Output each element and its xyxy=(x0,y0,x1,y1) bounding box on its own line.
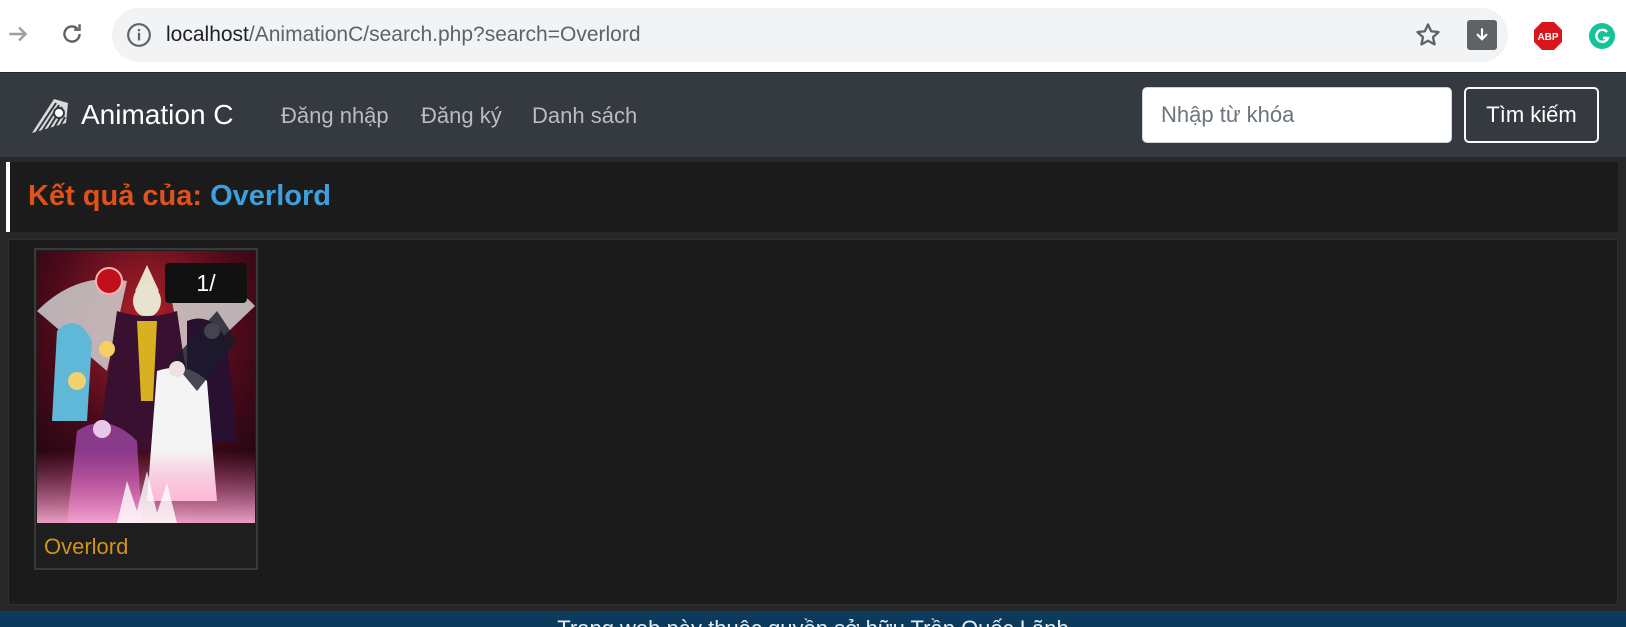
nav-register-link[interactable]: Đăng ký xyxy=(421,103,502,129)
site-footer: Trang web này thuộc quyền sở hữu Trần Qu… xyxy=(0,611,1626,627)
anime-title[interactable]: Overlord xyxy=(44,534,128,560)
reload-icon[interactable] xyxy=(56,18,88,50)
search-button[interactable]: Tìm kiếm xyxy=(1464,87,1599,143)
result-label: Kết quả của: xyxy=(28,180,203,212)
footer-text: Trang web này thuộc quyền sở hữu Trần Qu… xyxy=(0,616,1626,627)
anime-poster-image[interactable]: 1/ xyxy=(37,251,255,523)
result-title: Kết quả của: Overlord xyxy=(28,180,331,213)
url-path: /AnimationC/search.php?search=Overlord xyxy=(248,23,641,46)
nav-login-link[interactable]: Đăng nhập xyxy=(281,103,389,129)
star-icon[interactable] xyxy=(1414,21,1442,49)
download-icon[interactable] xyxy=(1467,20,1497,50)
episode-badge: 1/ xyxy=(165,263,247,303)
site-navbar: Animation C Đăng nhập Đăng ký Danh sách … xyxy=(0,72,1626,157)
brand-logo-icon[interactable] xyxy=(28,93,72,137)
abp-label: ABP xyxy=(1537,32,1558,43)
search-input[interactable] xyxy=(1142,87,1452,143)
anime-card[interactable]: 1/ Overlord xyxy=(34,248,258,570)
result-header: Kết quả của: Overlord xyxy=(6,162,1618,232)
back-arrow-icon[interactable] xyxy=(2,18,34,50)
nav-list-link[interactable]: Danh sách xyxy=(532,103,637,129)
grammarly-icon[interactable] xyxy=(1588,22,1616,50)
result-query: Overlord xyxy=(210,180,331,212)
brand-name[interactable]: Animation C xyxy=(81,99,234,131)
adblock-plus-icon[interactable]: ABP xyxy=(1533,21,1563,51)
url-text[interactable]: localhost/AnimationC/search.php?search=O… xyxy=(166,23,641,47)
results-panel: 1/ Overlord xyxy=(8,239,1618,605)
url-host: localhost xyxy=(166,23,249,46)
info-icon[interactable] xyxy=(126,22,152,48)
main-content: Kết quả của: Overlord 1/ Overlord xyxy=(0,157,1626,611)
browser-toolbar: localhost/AnimationC/search.php?search=O… xyxy=(0,0,1626,72)
address-bar[interactable]: localhost/AnimationC/search.php?search=O… xyxy=(112,8,1508,62)
